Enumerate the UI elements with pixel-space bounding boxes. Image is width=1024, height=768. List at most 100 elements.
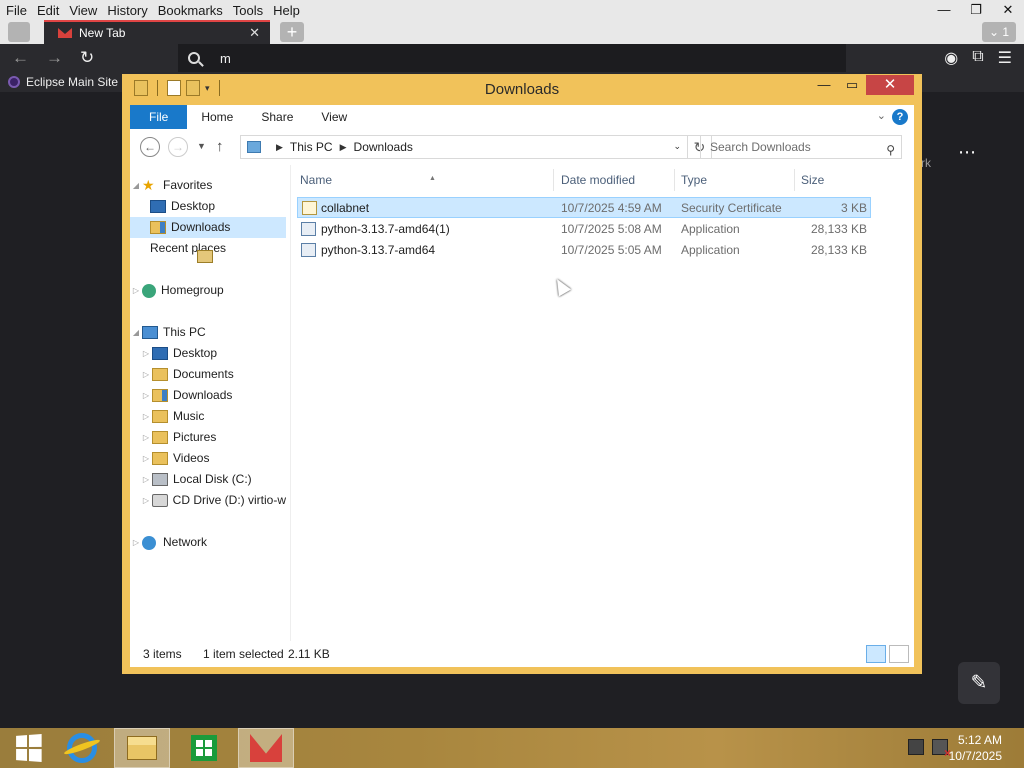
expand-icon[interactable]: ▷ bbox=[140, 427, 152, 448]
search-input[interactable]: Search Downloads ⚲ bbox=[700, 135, 902, 159]
close-icon[interactable]: ✕ bbox=[992, 0, 1024, 20]
expand-ribbon-icon[interactable]: ⌄ bbox=[877, 109, 886, 122]
file-row-python-amd64-1[interactable]: python-3.13.7-amd64(1) 10/7/2025 5:08 AM… bbox=[297, 219, 871, 240]
status-size: 2.11 KB bbox=[288, 647, 330, 661]
expand-icon[interactable]: ▷ bbox=[140, 490, 152, 511]
breadcrumb[interactable]: ▶ This PC ▶ Downloads ⌄ bbox=[240, 135, 688, 159]
minimize-icon[interactable]: — bbox=[810, 75, 838, 95]
taskbar-internet-explorer[interactable] bbox=[54, 728, 110, 768]
close-icon[interactable]: ✕ bbox=[866, 75, 914, 95]
workspaces-button[interactable] bbox=[8, 22, 30, 42]
file-row-python-amd64[interactable]: python-3.13.7-amd64 10/7/2025 5:05 AM Ap… bbox=[297, 240, 871, 261]
nav-label: Desktop bbox=[173, 346, 218, 360]
tab-view[interactable]: View bbox=[307, 105, 361, 129]
nav-favorites-downloads[interactable]: Downloads bbox=[130, 217, 286, 238]
expand-icon[interactable]: ▷ bbox=[140, 343, 152, 364]
collapse-icon[interactable]: ◢ bbox=[130, 322, 142, 343]
nav-homegroup[interactable]: ▷ Homegroup bbox=[130, 280, 286, 301]
browser-window-controls: — ❐ ✕ bbox=[928, 0, 1024, 20]
start-button[interactable] bbox=[0, 728, 56, 768]
taskbar-vivaldi[interactable] bbox=[238, 728, 294, 768]
details-view-button[interactable] bbox=[866, 645, 886, 663]
reload-icon[interactable]: ↻ bbox=[80, 48, 94, 68]
tab-close-icon[interactable]: ✕ bbox=[249, 25, 260, 41]
taskbar-file-explorer[interactable] bbox=[114, 728, 170, 768]
back-button[interactable]: ← bbox=[140, 137, 160, 157]
bookmark-eclipse[interactable]: Eclipse Main Site bbox=[26, 75, 118, 89]
more-options-icon[interactable]: ⋯ bbox=[958, 142, 977, 163]
menu-icon[interactable]: ☰ bbox=[998, 48, 1012, 68]
tab-share[interactable]: Share bbox=[247, 105, 307, 129]
chevron-down-icon[interactable]: ⌄ bbox=[673, 141, 681, 152]
network-icon bbox=[142, 535, 156, 550]
column-divider[interactable] bbox=[794, 169, 795, 191]
expand-icon[interactable]: ▷ bbox=[130, 280, 142, 301]
minimize-icon[interactable]: — bbox=[928, 0, 960, 20]
nav-pc-pictures[interactable]: ▷ Pictures bbox=[130, 427, 286, 448]
breadcrumb-this-pc[interactable]: This PC bbox=[290, 140, 333, 154]
breadcrumb-downloads[interactable]: Downloads bbox=[354, 140, 413, 154]
nav-pc-music[interactable]: ▷ Music bbox=[130, 406, 286, 427]
maximize-icon[interactable]: ▭ bbox=[838, 75, 866, 95]
expand-icon[interactable]: ▷ bbox=[140, 364, 152, 385]
column-header-size[interactable]: Size bbox=[801, 171, 824, 189]
nav-label: Downloads bbox=[171, 220, 231, 234]
column-divider[interactable] bbox=[553, 169, 554, 191]
extensions-icon[interactable]: ⧉ bbox=[972, 48, 983, 68]
back-icon[interactable]: ← bbox=[12, 48, 29, 68]
expand-icon[interactable]: ▷ bbox=[140, 448, 152, 469]
forward-button[interactable]: → bbox=[168, 137, 188, 157]
menu-history[interactable]: History bbox=[107, 3, 147, 18]
file-row-collabnet[interactable]: collabnet 10/7/2025 4:59 AM Security Cer… bbox=[297, 197, 871, 218]
nav-pc-desktop[interactable]: ▷ Desktop bbox=[130, 343, 286, 364]
column-header-name[interactable]: Name ▲ bbox=[300, 171, 436, 189]
tab-home[interactable]: Home bbox=[187, 105, 247, 129]
collapse-icon[interactable]: ◢ bbox=[130, 175, 142, 196]
recent-locations-icon[interactable]: ▼ bbox=[197, 141, 206, 151]
menu-tools[interactable]: Tools bbox=[233, 3, 263, 18]
tab-new-tab[interactable]: New Tab ✕ bbox=[44, 20, 270, 44]
nav-label: Desktop bbox=[171, 199, 216, 213]
taskbar-store[interactable] bbox=[176, 728, 232, 768]
file-date: 10/7/2025 4:59 AM bbox=[561, 201, 662, 215]
column-header-date[interactable]: Date modified bbox=[561, 171, 635, 189]
expand-icon[interactable]: ▷ bbox=[140, 385, 152, 406]
help-icon[interactable]: ? bbox=[892, 109, 908, 125]
nav-pc-videos[interactable]: ▷ Videos bbox=[130, 448, 286, 469]
nav-network[interactable]: ▷ Network bbox=[130, 532, 286, 553]
nav-pc-downloads[interactable]: ▷ Downloads bbox=[130, 385, 286, 406]
nav-label: This PC bbox=[163, 325, 206, 339]
forward-icon[interactable]: → bbox=[46, 48, 63, 68]
up-button[interactable]: ↑ bbox=[216, 138, 224, 155]
tab-file[interactable]: File bbox=[130, 105, 188, 129]
nav-pc-documents[interactable]: ▷ Documents bbox=[130, 364, 286, 385]
menu-file[interactable]: File bbox=[6, 3, 27, 18]
menu-bookmarks[interactable]: Bookmarks bbox=[158, 3, 223, 18]
menu-edit[interactable]: Edit bbox=[37, 3, 59, 18]
tab-count-button[interactable]: ⌄ 1 bbox=[982, 22, 1016, 42]
restore-icon[interactable]: ❐ bbox=[960, 0, 992, 20]
vivaldi-icon bbox=[250, 734, 282, 762]
expand-icon[interactable]: ▷ bbox=[140, 406, 152, 427]
new-tab-button[interactable]: + bbox=[280, 22, 304, 42]
expand-icon[interactable]: ▷ bbox=[130, 532, 142, 553]
nav-this-pc[interactable]: ◢ This PC bbox=[130, 322, 286, 343]
nav-pc-cd-drive[interactable]: ▷ CD Drive (D:) virtio-w bbox=[130, 490, 286, 511]
nav-favorites[interactable]: ◢ ★ Favorites bbox=[130, 175, 286, 196]
menu-help[interactable]: Help bbox=[273, 3, 300, 18]
address-bar[interactable]: m bbox=[178, 44, 846, 72]
edit-pencil-button[interactable]: ✎ bbox=[958, 662, 1000, 704]
volume-muted-icon[interactable] bbox=[932, 739, 951, 760]
menu-view[interactable]: View bbox=[69, 3, 97, 18]
column-header-type[interactable]: Type bbox=[681, 171, 707, 189]
music-folder-icon bbox=[152, 410, 168, 423]
system-clock[interactable]: 5:12 AM 10/7/2025 bbox=[949, 732, 1002, 764]
nav-favorites-recent-places[interactable]: Recent places bbox=[130, 238, 286, 263]
large-icons-view-button[interactable] bbox=[889, 645, 909, 663]
expand-icon[interactable]: ▷ bbox=[140, 469, 152, 490]
column-divider[interactable] bbox=[674, 169, 675, 191]
nav-favorites-desktop[interactable]: Desktop bbox=[130, 196, 286, 217]
network-status-icon[interactable] bbox=[908, 739, 924, 755]
profile-icon[interactable]: ◉ bbox=[944, 48, 958, 68]
nav-pc-local-disk[interactable]: ▷ Local Disk (C:) bbox=[130, 469, 286, 490]
